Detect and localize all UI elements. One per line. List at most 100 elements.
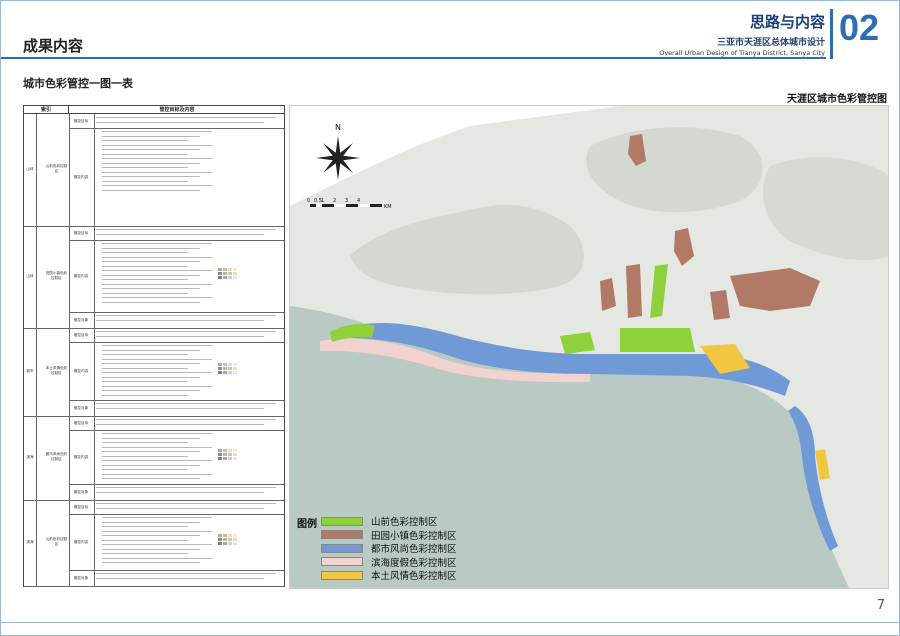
table-subzone-label: 山前色彩控制区 (45, 164, 68, 173)
text-line-placeholder (102, 283, 212, 285)
scale-tick: 4 (357, 198, 360, 204)
text-line-placeholder (102, 292, 188, 294)
text-line-placeholder (102, 185, 212, 186)
scale-unit: KM (384, 204, 392, 210)
text-line-placeholder (102, 451, 200, 452)
table-category-label: 滨海 (26, 455, 34, 459)
text-line-placeholder (96, 577, 264, 579)
legend-item: 田园小镇色彩控制区 (321, 529, 457, 542)
table-subzone-label: 山前色彩控制区 (45, 537, 68, 546)
table-row-label: 管控对象 (73, 317, 89, 322)
text-line-placeholder (102, 381, 188, 382)
table-row-label: 管控对象 (73, 575, 89, 580)
table-row-label: 管控目标 (73, 230, 89, 235)
table-category-label: 山体 (26, 274, 34, 278)
table-subzone-label: 本土风情色彩控制区 (45, 366, 68, 375)
table-row-label: 管控目标 (73, 420, 89, 425)
table-row-label: 管控对象 (73, 405, 89, 410)
text-line-placeholder (102, 521, 200, 523)
scale-tick: 1 (321, 198, 324, 204)
legend-item: 滨海度假色彩控制区 (321, 556, 457, 569)
table-row-divider (24, 328, 284, 329)
compass-north-label: N (335, 123, 341, 132)
control-table: 索引 管控目标及内容 山前色彩控制区 山体 管控目标 管控内容 田园小镇色彩控制区 山体管… (23, 105, 285, 587)
text-line-placeholder (96, 331, 276, 332)
table-column-divider (94, 114, 95, 586)
text-line-placeholder (102, 180, 188, 182)
text-line-placeholder (102, 140, 188, 141)
zone-rural-town (626, 264, 642, 318)
table-row-divider (24, 226, 284, 227)
text-line-placeholder (96, 573, 276, 574)
table-category-label: 滨海 (26, 540, 34, 544)
color-palette-swatches (218, 449, 237, 460)
legend-label: 都市风尚色彩控制区 (371, 544, 457, 555)
text-line-placeholder (102, 442, 188, 443)
table-row-divider (69, 570, 284, 571)
text-line-placeholder (102, 358, 212, 360)
text-line-placeholder (102, 354, 188, 355)
header-accent-bar (830, 9, 833, 59)
text-line-placeholder (102, 144, 212, 146)
text-line-placeholder (102, 297, 212, 298)
section-title: 城市色彩管控一图一表 (23, 77, 133, 90)
text-line-placeholder (102, 135, 200, 137)
table-column-divider (36, 114, 37, 586)
scale-tick: 3 (345, 198, 348, 204)
text-line-placeholder (102, 526, 188, 527)
legend-item: 都市风尚色彩控制区 (321, 542, 457, 555)
table-row-divider (24, 500, 284, 501)
table-row-divider (69, 484, 284, 485)
legend-label: 滨海度假色彩控制区 (371, 557, 457, 569)
text-line-placeholder (102, 478, 200, 479)
table-row-divider (69, 342, 284, 343)
text-line-placeholder (102, 256, 212, 258)
header-right-block: 思路与内容 三亚市天涯区总体城市设计 Overall Urban Design … (465, 11, 825, 57)
text-line-placeholder (102, 176, 200, 177)
text-line-placeholder (96, 229, 276, 230)
table-row-divider (69, 400, 284, 401)
text-line-placeholder (96, 487, 276, 488)
table-row-label: 管控内容 (73, 273, 89, 278)
text-line-placeholder (96, 407, 264, 409)
legend-title: 图例 (297, 519, 317, 530)
text-line-placeholder (102, 553, 188, 554)
table-row-label: 管控内容 (73, 174, 89, 179)
color-palette-swatches (218, 268, 237, 279)
text-line-placeholder (102, 390, 200, 391)
text-line-placeholder (102, 265, 188, 267)
text-line-placeholder (96, 503, 276, 504)
page-number: 7 (876, 598, 885, 613)
table-row-divider (24, 416, 284, 417)
legend-label: 本土风情色彩控制区 (371, 571, 457, 582)
table-row-label: 管控目标 (73, 504, 89, 509)
text-line-placeholder (102, 243, 212, 244)
text-line-placeholder (102, 455, 188, 457)
table-category-label: 城市 (26, 369, 34, 373)
table-column-divider (69, 114, 70, 586)
text-line-placeholder (96, 491, 264, 493)
legend-swatch (321, 516, 363, 526)
text-line-placeholder (102, 149, 200, 150)
text-line-placeholder (96, 423, 264, 425)
table-row-label: 管控对象 (73, 489, 89, 494)
text-line-placeholder (102, 158, 212, 159)
text-line-placeholder (102, 363, 200, 364)
text-line-placeholder (102, 171, 212, 173)
text-line-placeholder (96, 121, 264, 123)
text-line-placeholder (102, 301, 200, 303)
text-line-placeholder (102, 247, 200, 249)
text-line-placeholder (102, 464, 200, 466)
footer-divider (1, 622, 899, 623)
legend-label: 山前色彩控制区 (371, 517, 438, 528)
table-row-divider (69, 240, 284, 241)
legend-swatch (321, 570, 363, 580)
text-line-placeholder (96, 315, 276, 316)
text-line-placeholder (96, 335, 264, 337)
table-row-divider (69, 312, 284, 313)
text-line-placeholder (96, 419, 276, 420)
legend-item: 山前色彩控制区 (321, 515, 438, 528)
map-title: 天涯区城市色彩管控图 (787, 94, 887, 105)
table-row-divider (69, 514, 284, 515)
text-line-placeholder (102, 162, 200, 164)
